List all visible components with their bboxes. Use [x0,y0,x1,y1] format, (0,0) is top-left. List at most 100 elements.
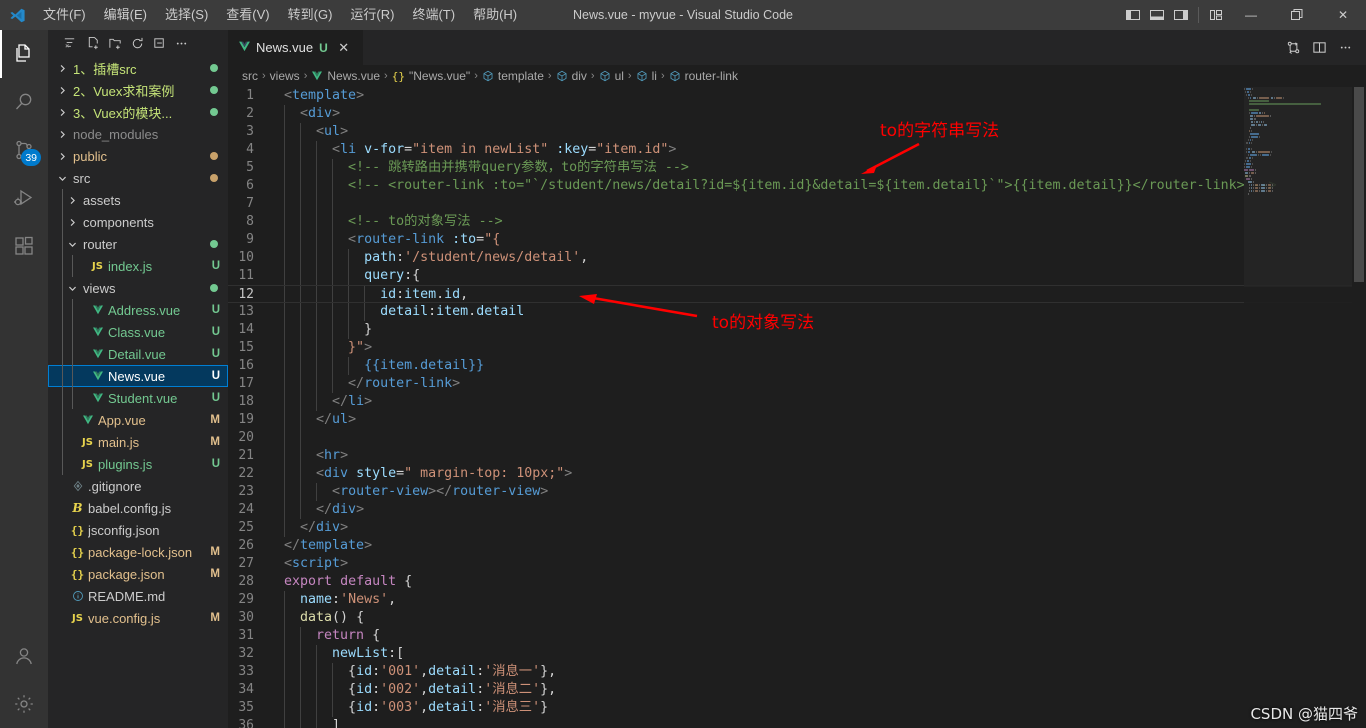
tree-item-2vuex[interactable]: 2、Vuex求和案例 [48,79,228,101]
activity-settings[interactable] [0,680,48,728]
code-line[interactable]: 6 <!-- <router-link :to="`/student/news/… [228,177,1366,195]
activity-source-control[interactable]: 39 [0,126,48,174]
code-line[interactable]: 3 <ul> [228,123,1366,141]
minimize-button[interactable]: — [1228,0,1274,30]
breadcrumb-item-li[interactable]: li [636,69,657,83]
tree-item-package.json[interactable]: {} package.json M [48,563,228,585]
code-line[interactable]: 21 <hr> [228,447,1366,465]
tree-item-readme.md[interactable]: README.md [48,585,228,607]
code-line[interactable]: 34 {id:'002',detail:'消息二'}, [228,681,1366,699]
code-line[interactable]: 35 {id:'003',detail:'消息三'} [228,699,1366,717]
breadcrumb-item-div[interactable]: div [556,69,587,83]
code-line[interactable]: 32 newList:[ [228,645,1366,663]
code-line[interactable]: 5 <!-- 跳转路由并携带query参数，to的字符串写法 --> [228,159,1366,177]
minimap[interactable] [1244,87,1352,728]
chevron-down-icon[interactable] [66,240,79,249]
code-line[interactable]: 9 <router-link :to="{ [228,231,1366,249]
more-actions-icon[interactable] [170,33,192,55]
chevron-down-icon[interactable] [56,174,69,183]
activity-explorer[interactable] [0,30,48,78]
code-line[interactable]: 2 <div> [228,105,1366,123]
activity-run-debug[interactable] [0,174,48,222]
code-line[interactable]: 16 {{item.detail}} [228,357,1366,375]
code-line[interactable]: 1 <template> [228,87,1366,105]
tree-item-nodemodules[interactable]: node_modules [48,123,228,145]
menu-run[interactable]: 运行(R) [341,4,403,26]
code-line[interactable]: 33 {id:'001',detail:'消息一'}, [228,663,1366,681]
minimap-slider[interactable] [1244,87,1352,287]
tree-item-public[interactable]: public [48,145,228,167]
breadcrumb-item-template[interactable]: template [482,69,544,83]
tree-item-router[interactable]: router [48,233,228,255]
tree-item-components[interactable]: components [48,211,228,233]
split-toggle-icon[interactable] [1280,35,1306,61]
tree-item-address.vue[interactable]: Address.vue U [48,299,228,321]
code-line[interactable]: 12 id:item.id, [228,285,1366,304]
more-actions-icon[interactable] [1332,35,1358,61]
chevron-right-icon[interactable] [66,196,79,205]
filter-icon[interactable] [58,33,80,55]
code-line[interactable]: 13 detail:item.detail [228,303,1366,321]
chevron-right-icon[interactable] [56,130,69,139]
chevron-right-icon[interactable] [56,152,69,161]
code-line[interactable]: 29 name:'News', [228,591,1366,609]
activity-accounts[interactable] [0,632,48,680]
close-button[interactable]: ✕ [1320,0,1366,30]
toggle-primary-sidebar-icon[interactable] [1121,0,1145,30]
tree-item-jsconfig.json[interactable]: {} jsconfig.json [48,519,228,541]
tree-item-views[interactable]: views [48,277,228,299]
code-line[interactable]: 7 [228,195,1366,213]
activity-search[interactable] [0,78,48,126]
code-line[interactable]: 28 export default { [228,573,1366,591]
new-folder-icon[interactable] [104,33,126,55]
code-line[interactable]: 20 [228,429,1366,447]
code-line[interactable]: 19 </ul> [228,411,1366,429]
tree-item-index.js[interactable]: JS index.js U [48,255,228,277]
tree-item-src[interactable]: src [48,167,228,189]
tree-item-news.vue[interactable]: News.vue U [48,365,228,387]
activity-extensions[interactable] [0,222,48,270]
chevron-right-icon[interactable] [56,86,69,95]
breadcrumb-item-views[interactable]: views [270,69,300,83]
chevron-down-icon[interactable] [66,284,79,293]
tree-item-class.vue[interactable]: Class.vue U [48,321,228,343]
toggle-secondary-sidebar-icon[interactable] [1169,0,1193,30]
tab-news-vue[interactable]: News.vue U ✕ [228,30,364,65]
tree-item-main.js[interactable]: JS main.js M [48,431,228,453]
menu-view[interactable]: 查看(V) [217,4,278,26]
close-icon[interactable]: ✕ [335,39,353,57]
split-editor-icon[interactable] [1306,35,1332,61]
code-line[interactable]: 36 ] [228,717,1366,728]
code-line[interactable]: 27 <script> [228,555,1366,573]
customize-layout-icon[interactable] [1204,0,1228,30]
tree-item-student.vue[interactable]: Student.vue U [48,387,228,409]
code-line[interactable]: 11 query:{ [228,267,1366,285]
scrollbar-thumb[interactable] [1354,87,1364,282]
tree-item-package-lock.json[interactable]: {} package-lock.json M [48,541,228,563]
code-line[interactable]: 18 </li> [228,393,1366,411]
chevron-right-icon[interactable] [56,64,69,73]
code-line[interactable]: 31 return { [228,627,1366,645]
code-line[interactable]: 26 </template> [228,537,1366,555]
chevron-right-icon[interactable] [66,218,79,227]
menu-go[interactable]: 转到(G) [279,4,342,26]
code-line[interactable]: 8 <!-- to的对象写法 --> [228,213,1366,231]
code-line[interactable]: 14 } [228,321,1366,339]
tree-item-babel.config.js[interactable]: Bbabel.config.js [48,497,228,519]
code-line[interactable]: 10 path:'/student/news/detail', [228,249,1366,267]
breadcrumb-item-src[interactable]: src [242,69,258,83]
breadcrumb-item-ul[interactable]: ul [599,69,624,83]
code-line[interactable]: 15 }"> [228,339,1366,357]
tree-item-app.vue[interactable]: App.vue M [48,409,228,431]
code-line[interactable]: 4 <li v-for="item in newList" :key="item… [228,141,1366,159]
menu-file[interactable]: 文件(F) [34,4,95,26]
tree-item-vue.config.js[interactable]: JS vue.config.js M [48,607,228,629]
tree-item-assets[interactable]: assets [48,189,228,211]
breadcrumb-item-newsvue[interactable]: {} "News.vue" [392,69,470,83]
menu-edit[interactable]: 编辑(E) [95,4,156,26]
tree-item-.gitignore[interactable]: .gitignore [48,475,228,497]
menu-terminal[interactable]: 终端(T) [403,4,464,26]
code-line[interactable]: 23 <router-view></router-view> [228,483,1366,501]
toggle-panel-icon[interactable] [1145,0,1169,30]
menu-selection[interactable]: 选择(S) [156,4,217,26]
